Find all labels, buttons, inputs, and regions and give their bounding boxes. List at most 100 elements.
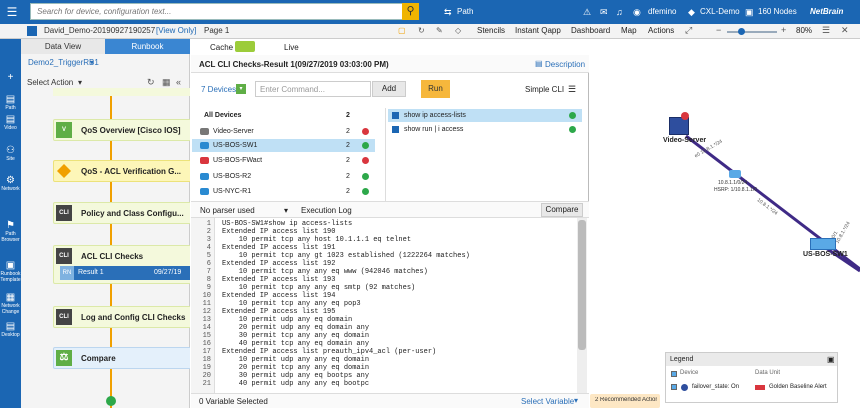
devices-dropdown-icon[interactable]: ▾ — [236, 84, 246, 94]
command-input[interactable]: Enter Command... — [255, 81, 371, 97]
device-label-us-bos-sw1[interactable]: US-BOS-SW1 — [803, 251, 848, 258]
instant-qapp-menu[interactable]: Instant Qapp — [515, 26, 561, 35]
cache-live-toggle[interactable] — [235, 41, 255, 52]
select-icon[interactable]: ▢ — [398, 26, 406, 35]
workspace-icon: ◆ — [688, 7, 695, 17]
scrollbar[interactable] — [577, 218, 587, 406]
runbook-node-acl-verification[interactable]: QoS - ACL Verification G... — [53, 160, 190, 182]
description-link[interactable]: Description — [545, 60, 585, 69]
visual-icon: V — [56, 122, 72, 138]
command-row[interactable]: show run | i access — [388, 123, 582, 136]
command-row-selected[interactable]: show ip access-lists — [388, 109, 582, 122]
nav-runbook-template[interactable]: ▣ Runbook Template — [0, 260, 21, 283]
device-row[interactable]: US-NYC-R1 2 — [192, 185, 375, 198]
checkbox[interactable] — [671, 384, 677, 390]
menu-icon[interactable]: ☰ — [568, 84, 576, 95]
router-icon — [200, 173, 209, 180]
view-only-label[interactable]: [View Only] — [156, 26, 196, 35]
workspace-name[interactable]: CXL-Demo — [700, 0, 740, 24]
map-menu[interactable]: Map — [621, 26, 637, 35]
bell-icon[interactable]: ♫ — [616, 0, 623, 24]
nav-video[interactable]: ▤ Video — [0, 114, 21, 131]
sync-icon[interactable]: ↻ — [418, 26, 425, 35]
close-icon[interactable]: ✕ — [841, 25, 849, 36]
path-button[interactable]: Path — [457, 0, 473, 24]
device-row-selected[interactable]: US-BOS-SW1 2 — [192, 139, 375, 152]
user-name[interactable]: dfemino — [648, 0, 676, 24]
dashboard-menu[interactable]: Dashboard — [571, 26, 610, 35]
collapse-icon[interactable]: « — [176, 77, 181, 87]
runbook-node-qos-overview[interactable]: V QoS Overview [Cisco IOS] — [53, 119, 190, 141]
result-row[interactable]: RN Result 1 09/27/19 ☰ — [60, 266, 190, 280]
all-devices-row[interactable]: All Devices 2 — [192, 109, 375, 122]
zoom-in-icon[interactable]: + — [781, 25, 786, 35]
pen-icon[interactable]: ✎ — [436, 26, 443, 35]
tab-data-view[interactable]: Data View — [21, 39, 105, 54]
runbook-node-compare[interactable]: ⚖ Compare — [53, 347, 190, 369]
user-icon[interactable]: ◉ — [633, 0, 641, 24]
execution-log-tab[interactable]: Execution Log — [301, 206, 352, 215]
search-icon[interactable]: ⚲ — [402, 3, 419, 20]
switch-icon[interactable] — [810, 238, 836, 250]
shape-icon[interactable]: ◇ — [455, 26, 461, 35]
scrollbar-thumb[interactable] — [578, 220, 586, 350]
runbook-node-acl-cli-checks[interactable]: CLI ACL CLI Checks 1 RN Result 1 09/27/1… — [53, 245, 190, 284]
cli-output[interactable]: 1 US-BOS-SW1#show ip access-lists 2 Extende… — [191, 218, 589, 406]
nav-path-browser[interactable]: ⚑ Path Browser — [0, 220, 21, 243]
nav-network-change[interactable]: ▦ Network Change — [0, 292, 21, 315]
line-number: 19 — [202, 364, 211, 372]
chevron-down-icon[interactable]: ▾ — [90, 58, 94, 67]
minimize-icon[interactable]: ▣ — [827, 355, 835, 364]
line-number: 21 — [202, 380, 211, 388]
device-label-video-server[interactable]: Video-Server — [663, 137, 706, 144]
devices-count[interactable]: 7 Devices — [201, 85, 236, 94]
device-row[interactable]: Video-Server 2 — [192, 125, 375, 138]
more-icon[interactable]: ☰ — [822, 25, 830, 36]
stencils-menu[interactable]: Stencils — [477, 26, 505, 35]
nav-site[interactable]: ⚇ Site — [0, 145, 21, 162]
app-menu-icon[interactable]: ☰ — [0, 0, 24, 24]
device-row[interactable]: US-BOS-R2 2 — [192, 170, 375, 183]
select-variable-link[interactable]: Select Variable — [521, 397, 574, 406]
compare-button[interactable]: Compare — [541, 203, 583, 217]
search-input[interactable]: Search for device, configuration text... — [30, 3, 403, 20]
chat-icon[interactable]: ✉ — [600, 0, 608, 24]
run-button[interactable]: Run — [421, 80, 450, 98]
line-number: 4 — [206, 244, 211, 252]
chevron-down-icon[interactable]: ▾ — [574, 396, 578, 405]
select-action-dropdown[interactable]: Select Action — [27, 78, 73, 87]
node-count[interactable]: 160 Nodes — [758, 0, 797, 24]
nav-desktop[interactable]: ▤ Desktop — [0, 321, 21, 338]
page-selector[interactable]: Page 1 — [204, 26, 229, 35]
hsrp-label: HSRP: 1/10.8.1.1/0 — [714, 187, 758, 193]
chevron-down-icon[interactable]: ▾ — [284, 206, 288, 215]
runbook-node-log-config[interactable]: CLI Log and Config CLI Checks 1 — [53, 306, 190, 328]
parser-dropdown[interactable]: No parser used — [200, 206, 255, 215]
actions-menu[interactable]: Actions — [648, 26, 674, 35]
video-nav-icon: ▤ — [5, 114, 16, 125]
runbook-name[interactable]: Demo2_TriggerRB1 — [28, 58, 99, 67]
tab-runbook[interactable]: Runbook — [105, 39, 190, 54]
zoom-slider[interactable] — [727, 31, 777, 33]
simple-cli-toggle[interactable]: Simple CLI — [525, 85, 564, 94]
hsrp-icon[interactable] — [729, 170, 741, 178]
device-row[interactable]: US-BOS-FWact 2 — [192, 154, 375, 167]
status-error-icon — [362, 128, 369, 135]
add-icon[interactable]: + — [0, 72, 21, 83]
nav-network[interactable]: ⚙ Network — [0, 175, 21, 192]
fit-icon[interactable]: ⤢ — [685, 25, 692, 36]
grid-icon[interactable]: ▦ — [162, 77, 171, 88]
add-button[interactable]: Add — [372, 81, 406, 97]
zoom-out-icon[interactable]: − — [716, 25, 721, 35]
runbook-node-policy-class[interactable]: CLI Policy and Class Configu... 1 — [53, 202, 190, 224]
firewall-icon — [200, 157, 209, 164]
refresh-icon[interactable]: ↻ — [147, 77, 155, 88]
notification-icon[interactable]: ⚠ — [583, 0, 591, 24]
recommended-actions-banner[interactable]: 2 Recommended Actions — [590, 394, 660, 408]
path-icon[interactable]: ⇆ — [444, 0, 452, 24]
checkbox[interactable] — [671, 371, 677, 377]
line-text: 20 permit tcp any any eq domain — [222, 364, 370, 372]
zoom-slider-handle[interactable] — [738, 28, 745, 35]
map-canvas[interactable]: Video-Server 10.8.1.1/0/24 HSRP: 1/10.8.… — [590, 39, 860, 408]
nav-path[interactable]: ▤ Path — [0, 94, 21, 111]
